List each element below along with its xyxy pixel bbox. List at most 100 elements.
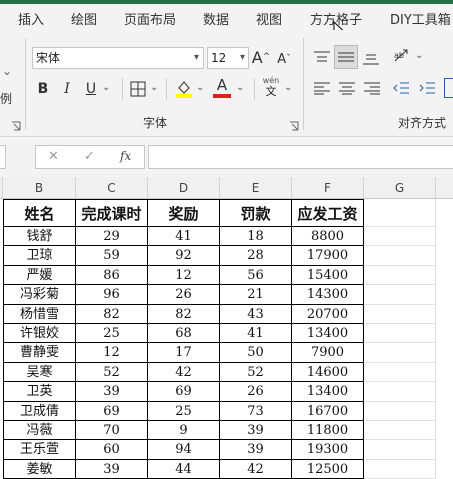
table-cell[interactable]: 杨惜雪 xyxy=(3,304,76,324)
chevron-down-icon[interactable]: ⌄ xyxy=(415,50,423,61)
table-cell[interactable]: 92 xyxy=(148,246,220,266)
table-cell[interactable]: 73 xyxy=(220,401,292,421)
table-cell[interactable]: 12 xyxy=(148,265,220,286)
chevron-down-icon[interactable]: ⌄ xyxy=(196,82,204,93)
column-header-d[interactable]: D xyxy=(148,177,220,199)
align-middle-button[interactable] xyxy=(334,45,358,69)
table-cell[interactable]: 20700 xyxy=(292,304,364,324)
table-header-cell[interactable]: 罚款 xyxy=(220,199,292,227)
borders-icon[interactable] xyxy=(130,81,146,97)
table-cell[interactable]: 43 xyxy=(220,304,292,324)
table-header-cell[interactable]: 奖励 xyxy=(148,199,220,227)
table-cell[interactable]: 39 xyxy=(220,440,292,460)
table-cell[interactable]: 41 xyxy=(148,227,220,247)
chevron-down-icon[interactable]: ⌄ xyxy=(150,82,158,93)
table-cell[interactable]: 86 xyxy=(76,265,148,286)
table-cell[interactable]: 25 xyxy=(76,324,148,344)
empty-cell[interactable] xyxy=(364,246,436,266)
table-cell[interactable]: 28 xyxy=(220,246,292,266)
table-cell[interactable]: 吴寒 xyxy=(3,362,76,383)
grow-font-button[interactable]: A ^ xyxy=(251,46,271,68)
table-cell[interactable]: 王乐萱 xyxy=(3,440,76,460)
align-bottom-icon[interactable] xyxy=(362,52,380,66)
column-header-b[interactable]: B xyxy=(3,177,76,199)
tab-draw[interactable]: 绘图 xyxy=(71,9,97,28)
font-dialog-launcher-icon[interactable] xyxy=(289,121,299,131)
table-cell[interactable]: 冯彩菊 xyxy=(3,285,76,305)
table-cell[interactable]: 卫英 xyxy=(3,382,76,402)
table-cell[interactable]: 29 xyxy=(76,227,148,247)
table-cell[interactable]: 26 xyxy=(148,285,220,305)
table-cell[interactable]: 19300 xyxy=(292,440,364,460)
decrease-indent-icon[interactable] xyxy=(392,81,410,95)
underline-button[interactable]: U xyxy=(83,78,99,100)
table-header-cell[interactable]: 姓名 xyxy=(3,199,76,227)
table-cell[interactable]: 严媛 xyxy=(3,265,76,286)
phonetic-guide-button[interactable]: wén 文 xyxy=(260,76,282,100)
table-cell[interactable]: 17 xyxy=(148,343,220,363)
chevron-down-icon[interactable]: ▾ xyxy=(240,48,245,68)
empty-cell[interactable] xyxy=(364,227,436,247)
empty-cell[interactable] xyxy=(364,401,436,421)
table-cell[interactable]: 11800 xyxy=(292,421,364,441)
table-header-cell[interactable]: 完成课时 xyxy=(76,199,148,227)
table-cell[interactable]: 50 xyxy=(220,343,292,363)
table-cell[interactable]: 94 xyxy=(148,440,220,460)
name-box[interactable] xyxy=(0,145,6,169)
table-header-cell[interactable]: 应发工资 xyxy=(292,199,364,227)
table-cell[interactable]: 59 xyxy=(76,246,148,266)
spreadsheet-grid[interactable]: B C D E F G 姓名 完成课时 奖励 罚款 应发工资 钱舒 29 41 18 8800 卫琼… xyxy=(0,177,453,479)
chevron-down-icon[interactable]: ⌄ xyxy=(236,82,244,93)
fill-color-icon[interactable] xyxy=(175,79,193,99)
empty-cell[interactable] xyxy=(364,343,436,363)
shrink-font-button[interactable]: Aˇ xyxy=(274,48,294,70)
tab-page-layout[interactable]: 页面布局 xyxy=(124,9,176,28)
table-cell[interactable]: 12 xyxy=(76,343,148,363)
chevron-down-icon[interactable]: ⌄ xyxy=(102,82,110,93)
italic-button[interactable]: I xyxy=(59,78,75,100)
empty-cell[interactable] xyxy=(364,265,436,286)
formula-input[interactable] xyxy=(148,145,453,169)
table-cell[interactable]: 8800 xyxy=(292,227,364,247)
wrap-text-icon[interactable] xyxy=(444,78,453,98)
chevron-down-icon[interactable]: ▾ xyxy=(194,48,199,68)
table-cell[interactable]: 卫成倩 xyxy=(3,401,76,421)
empty-cell[interactable] xyxy=(364,304,436,324)
tab-view[interactable]: 视图 xyxy=(256,9,282,28)
table-cell[interactable]: 42 xyxy=(148,362,220,383)
cancel-icon[interactable]: ✕ xyxy=(48,149,59,164)
insert-function-icon[interactable]: fx xyxy=(120,149,131,163)
font-name-box[interactable]: 宋体 ▾ xyxy=(32,47,204,69)
align-left-icon[interactable] xyxy=(313,81,331,95)
table-cell[interactable]: 25 xyxy=(148,401,220,421)
tab-diy-toolbox[interactable]: DIY工具箱 xyxy=(390,9,451,28)
table-cell[interactable]: 9 xyxy=(148,421,220,441)
table-cell[interactable]: 钱舒 xyxy=(3,227,76,247)
table-cell[interactable]: 68 xyxy=(148,324,220,344)
table-cell[interactable]: 39 xyxy=(76,382,148,402)
font-size-box[interactable]: 12 ▾ xyxy=(207,47,249,69)
increase-indent-icon[interactable] xyxy=(418,81,436,95)
orientation-icon[interactable]: ab xyxy=(392,46,414,66)
table-cell[interactable]: 13400 xyxy=(292,382,364,402)
column-header-e[interactable]: E xyxy=(220,177,292,199)
table-cell[interactable]: 69 xyxy=(148,382,220,402)
empty-cell[interactable] xyxy=(364,440,436,460)
table-cell[interactable]: 冯薇 xyxy=(3,421,76,441)
table-cell[interactable]: 96 xyxy=(76,285,148,305)
column-header-h[interactable] xyxy=(436,177,453,199)
column-header-f[interactable]: F xyxy=(292,177,364,199)
empty-cell[interactable] xyxy=(364,421,436,441)
confirm-icon[interactable]: ✓ xyxy=(84,149,95,164)
table-cell[interactable]: 18 xyxy=(220,227,292,247)
table-cell[interactable]: 14600 xyxy=(292,362,364,383)
table-cell[interactable]: 7900 xyxy=(292,343,364,363)
table-cell[interactable]: 60 xyxy=(76,440,148,460)
table-cell[interactable]: 41 xyxy=(220,324,292,344)
chevron-down-icon[interactable]: ⌄ xyxy=(284,82,292,93)
table-cell[interactable]: 16700 xyxy=(292,401,364,421)
empty-cell[interactable] xyxy=(364,362,436,383)
table-cell[interactable]: 26 xyxy=(220,382,292,402)
table-cell[interactable]: 39 xyxy=(220,421,292,441)
bold-button[interactable]: B xyxy=(35,78,51,100)
